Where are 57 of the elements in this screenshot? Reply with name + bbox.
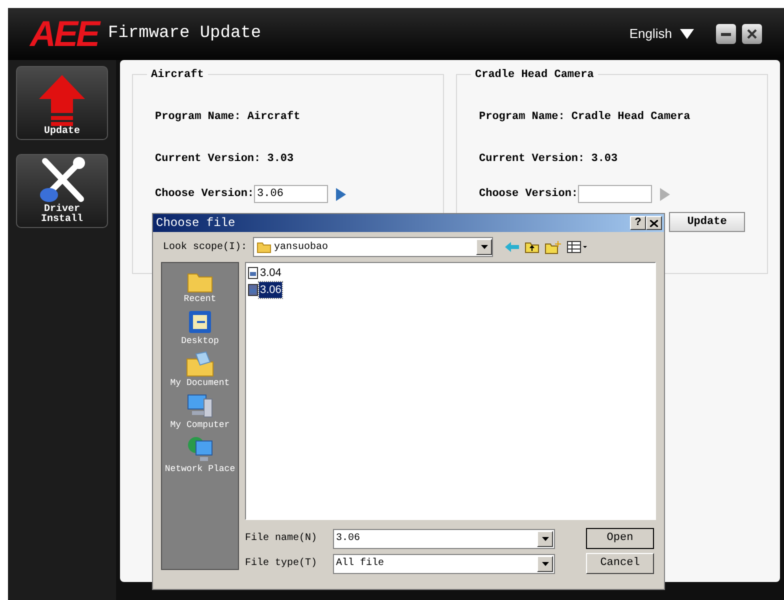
file-item[interactable]: 3.06: [248, 282, 653, 298]
place-item[interactable]: My Computer: [170, 393, 230, 431]
sidebar-button[interactable]: Update: [16, 66, 108, 140]
up-folder-icon[interactable]: [525, 241, 540, 253]
version-field[interactable]: [578, 185, 652, 203]
cancel-button[interactable]: Cancel: [586, 553, 654, 574]
view-menu-icon[interactable]: [567, 241, 588, 253]
look-scope-label: Look scope(I):: [163, 240, 248, 254]
file-icon: [248, 267, 258, 280]
dropdown-button[interactable]: [537, 556, 553, 572]
file-type-dropdown[interactable]: All file: [333, 554, 555, 574]
up-arrow-icon: [39, 75, 85, 127]
computer-icon: [186, 393, 214, 419]
help-button[interactable]: ?: [630, 216, 646, 230]
close-icon: [650, 220, 658, 226]
program-name: Program Name: Cradle Head Camera: [479, 110, 692, 125]
caret-icon: [542, 562, 548, 566]
desktop-icon: [187, 309, 213, 335]
caret-icon: [542, 536, 548, 540]
close-button[interactable]: [646, 216, 662, 230]
update-button[interactable]: Update: [669, 212, 745, 232]
new-folder-icon[interactable]: [545, 240, 562, 254]
file-name-field[interactable]: 3.06: [333, 528, 555, 548]
file-icon: [248, 284, 258, 296]
sidebar-button[interactable]: Driver Install: [16, 154, 108, 228]
caret-icon: [480, 245, 488, 249]
current-version: Current Version: 3.03: [155, 152, 295, 166]
tools-icon: [37, 155, 87, 205]
current-version: Current Version: 3.03: [479, 152, 619, 166]
file-name-label: File name(N): [245, 532, 318, 546]
network-icon: [186, 435, 214, 463]
caret-icon: [680, 29, 694, 39]
place-item[interactable]: Desktop: [181, 309, 219, 347]
program-name: Program Name: Aircraft: [155, 110, 302, 125]
minimize-button[interactable]: [716, 24, 736, 44]
dropdown-button[interactable]: [476, 239, 492, 255]
file-item[interactable]: 3.04: [248, 265, 653, 282]
choose-version-label: Choose Version:: [155, 186, 254, 202]
place-item[interactable]: Network Place: [164, 435, 236, 475]
document-folder-icon: [186, 351, 214, 377]
close-button[interactable]: [742, 24, 762, 44]
minimize-icon: [721, 32, 731, 36]
close-icon: [747, 29, 757, 39]
play-arrow-icon[interactable]: [336, 188, 346, 200]
place-item[interactable]: My Document: [170, 351, 230, 389]
window-title: Firmware Update: [108, 23, 262, 46]
look-scope-dropdown[interactable]: yansuobao: [253, 237, 494, 257]
open-button[interactable]: Open: [586, 528, 654, 549]
version-field[interactable]: 3.06: [254, 185, 328, 203]
dropdown-button[interactable]: [537, 530, 553, 546]
choose-version-label: Choose Version:: [479, 186, 578, 202]
dialog-title: Choose file: [156, 215, 236, 232]
folder-icon: [257, 241, 272, 253]
logo: AEE: [30, 16, 98, 52]
file-type-label: File type(T): [245, 556, 318, 571]
language-dropdown[interactable]: English: [629, 24, 694, 44]
place-item[interactable]: Recent: [184, 269, 216, 305]
